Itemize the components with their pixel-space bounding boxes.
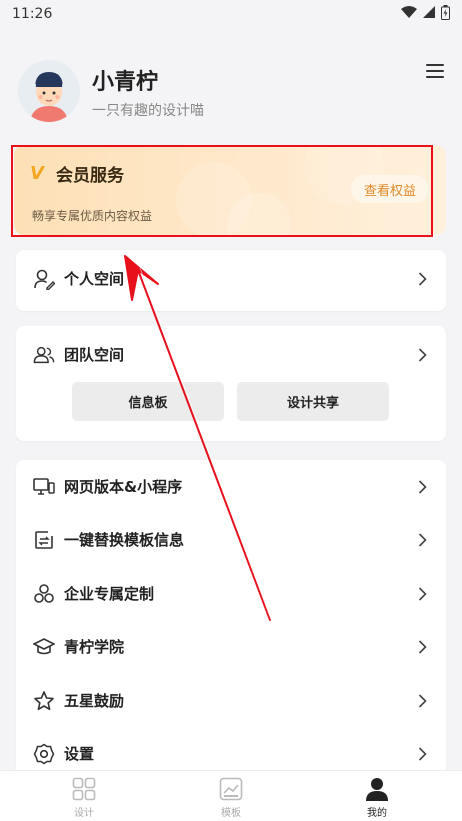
vip-description: 畅享专属优质内容权益 — [32, 209, 153, 223]
nav-label: 模板 — [221, 808, 241, 819]
list-item-label: 企业专属定制 — [64, 585, 155, 603]
chevron-right-icon — [418, 271, 430, 286]
team-users-icon — [33, 344, 55, 366]
chevron-right-icon — [418, 693, 430, 708]
team-space-row[interactable]: 团队空间 — [16, 328, 446, 381]
info-board-button[interactable]: 信息板 — [72, 382, 224, 421]
settings-list-card: 网页版本&小程序 一键替换模板信息 企业专属定制 青柠学院 五星鼓励 设置 — [16, 460, 446, 780]
profile-header: 小青柠 一只有趣的设计喵 — [18, 58, 448, 124]
chevron-right-icon — [418, 347, 430, 362]
status-icons — [401, 4, 450, 24]
replace-icon — [33, 529, 55, 551]
vip-membership-card[interactable]: V 会员服务 畅享专属优质内容权益 查看权益 — [14, 145, 446, 235]
avatar[interactable] — [18, 60, 80, 122]
personal-space-row[interactable]: 个人空间 — [16, 252, 446, 305]
list-item-web-miniprogram[interactable]: 网页版本&小程序 — [16, 460, 446, 513]
vip-badge-icon: V — [30, 163, 44, 184]
chevron-right-icon — [418, 746, 430, 761]
status-time: 11:26 — [12, 6, 53, 22]
design-grid-icon — [71, 776, 97, 802]
battery-icon — [441, 4, 450, 24]
list-item-label: 网页版本&小程序 — [64, 478, 183, 496]
chevron-right-icon — [418, 532, 430, 547]
list-item-label: 青柠学院 — [64, 638, 125, 656]
team-space-card: 团队空间 信息板 设计共享 — [16, 326, 446, 441]
list-item-academy[interactable]: 青柠学院 — [16, 620, 446, 673]
list-item-label: 一键替换模板信息 — [64, 531, 185, 549]
list-item-label: 设置 — [64, 745, 95, 763]
status-bar: 11:26 — [0, 0, 462, 28]
user-edit-icon — [33, 268, 55, 290]
star-icon — [33, 690, 55, 712]
nav-label: 我的 — [367, 808, 387, 819]
nav-tab-mine[interactable]: 我的 — [337, 771, 417, 821]
chevron-right-icon — [418, 586, 430, 601]
profile-name: 小青柠 — [92, 70, 159, 95]
settings-gear-icon — [33, 743, 55, 765]
profile-bio: 一只有趣的设计喵 — [92, 103, 204, 119]
bottom-navigation: 设计 模板 我的 — [0, 770, 462, 821]
profile-user-icon — [364, 776, 390, 802]
wifi-icon — [401, 6, 417, 22]
personal-space-label: 个人空间 — [64, 270, 125, 288]
list-item-enterprise[interactable]: 企业专属定制 — [16, 567, 446, 620]
nav-tab-design[interactable]: 设计 — [44, 771, 124, 821]
enterprise-icon — [33, 583, 55, 605]
signal-icon — [423, 6, 435, 22]
team-space-label: 团队空间 — [64, 346, 125, 364]
vip-title: 会员服务 — [56, 166, 124, 186]
chevron-right-icon — [418, 639, 430, 654]
hamburger-menu-icon[interactable] — [426, 64, 444, 78]
nav-tab-template[interactable]: 模板 — [191, 771, 271, 821]
list-item-five-star[interactable]: 五星鼓励 — [16, 674, 446, 727]
design-share-button[interactable]: 设计共享 — [237, 382, 389, 421]
graduation-cap-icon — [33, 636, 55, 658]
monitor-icon — [33, 476, 55, 498]
list-item-label: 五星鼓励 — [64, 692, 125, 710]
nav-label: 设计 — [74, 808, 94, 819]
view-benefits-button[interactable]: 查看权益 — [351, 175, 429, 203]
list-item-replace-template[interactable]: 一键替换模板信息 — [16, 513, 446, 566]
chevron-right-icon — [418, 479, 430, 494]
personal-space-card[interactable]: 个人空间 — [16, 250, 446, 311]
template-icon — [218, 776, 244, 802]
